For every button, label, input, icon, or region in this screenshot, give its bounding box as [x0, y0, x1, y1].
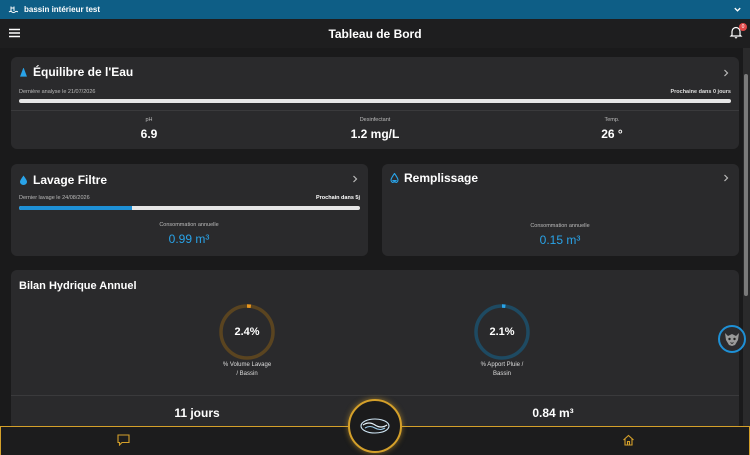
chevron-down-icon[interactable] — [733, 5, 742, 14]
filter-wash-title: Lavage Filtre — [33, 173, 108, 187]
stat-days: 11 jours — [174, 406, 220, 420]
consumption-label: Consommation annuelle — [159, 222, 219, 228]
assistant-avatar[interactable] — [718, 325, 746, 353]
annual-title: Bilan Hydrique Annuel — [19, 280, 137, 292]
water-balance-card[interactable]: Équilibre de l'Eau Dernière analyse le 2… — [11, 57, 739, 149]
metric-value: 1.2 mg/L — [350, 127, 400, 141]
metric-value: 6.9 — [140, 127, 158, 141]
next-wash: Prochain dans 5j — [315, 195, 360, 201]
ring-label-line: % Volume Lavage — [222, 362, 272, 368]
ring-value: 2.1% — [489, 326, 515, 338]
last-wash-date: Dernier lavage le 24/08/2026 — [19, 195, 90, 201]
menu-icon[interactable] — [9, 28, 20, 38]
metric-label: pH — [145, 117, 153, 123]
ring-label-line: / Bassin — [236, 370, 258, 377]
consumption-value: 0.99 m³ — [168, 232, 210, 246]
pool-selector[interactable]: bassin intérieur test — [0, 0, 750, 19]
chat-icon[interactable] — [117, 434, 130, 446]
filling-title: Remplissage — [404, 171, 479, 185]
ring-value: 2.4% — [234, 326, 260, 338]
ring-rain-input: 2.1% — [473, 303, 531, 361]
analysis-progress-bar — [19, 99, 731, 103]
annual-consumption: Consommation annuelle 0.15 m³ — [510, 223, 610, 247]
metric-label: Temp. — [604, 117, 620, 123]
ring-wash-volume: 2.4% — [218, 303, 276, 361]
avatar-icon — [725, 333, 739, 346]
wash-progress-bar — [19, 206, 360, 210]
metric-value: 26 ° — [601, 127, 623, 141]
ring-label-line: % Apport Pluie / — [480, 362, 524, 368]
ring-label-line: Bassin — [492, 370, 511, 377]
next-analysis: Prochaine dans 0 jours — [670, 89, 731, 95]
logo-wave-icon — [360, 418, 390, 434]
drop-icon — [20, 175, 27, 185]
metric-disinfectant: Desinfectant 1.2 mg/L — [315, 117, 435, 141]
ring-label: % Apport Pluie / Bassin — [452, 361, 552, 378]
wash-progress-fill — [19, 206, 132, 210]
metric-ph: pH 6.9 — [89, 117, 209, 141]
chevron-right-icon[interactable] — [722, 174, 730, 182]
filter-wash-card[interactable]: Lavage Filtre Dernier lavage le 24/08/20… — [11, 164, 368, 256]
last-analysis-date: Dernière analyse le 21/07/2026 — [19, 89, 96, 95]
chevron-right-icon[interactable] — [351, 175, 359, 183]
water-balance-title: Équilibre de l'Eau — [33, 65, 134, 79]
app-header: Tableau de Bord 0 — [0, 19, 750, 48]
metric-temperature: Temp. 26 ° — [552, 117, 672, 141]
metric-label: Desinfectant — [359, 117, 391, 123]
scrollbar-thumb[interactable] — [744, 74, 748, 296]
home-logo-button[interactable] — [348, 399, 402, 453]
pool-name: bassin intérieur test — [24, 5, 101, 14]
drop-icon — [20, 67, 27, 77]
consumption-label: Consommation annuelle — [530, 223, 590, 229]
pool-icon — [8, 6, 18, 13]
drop-icon — [390, 173, 399, 183]
filling-card[interactable]: Remplissage Consommation annuelle 0.15 m… — [382, 164, 739, 256]
home-icon[interactable] — [622, 434, 635, 446]
annual-consumption: Consommation annuelle 0.99 m³ — [139, 222, 239, 246]
ring-label: % Volume Lavage / Bassin — [197, 361, 297, 378]
divider — [11, 395, 739, 396]
divider — [11, 110, 739, 111]
chevron-right-icon[interactable] — [722, 69, 730, 77]
consumption-value: 0.15 m³ — [539, 233, 581, 247]
notification-badge: 0 — [739, 23, 747, 31]
page-title: Tableau de Bord — [328, 26, 422, 41]
stat-volume: 0.84 m³ — [532, 406, 574, 420]
